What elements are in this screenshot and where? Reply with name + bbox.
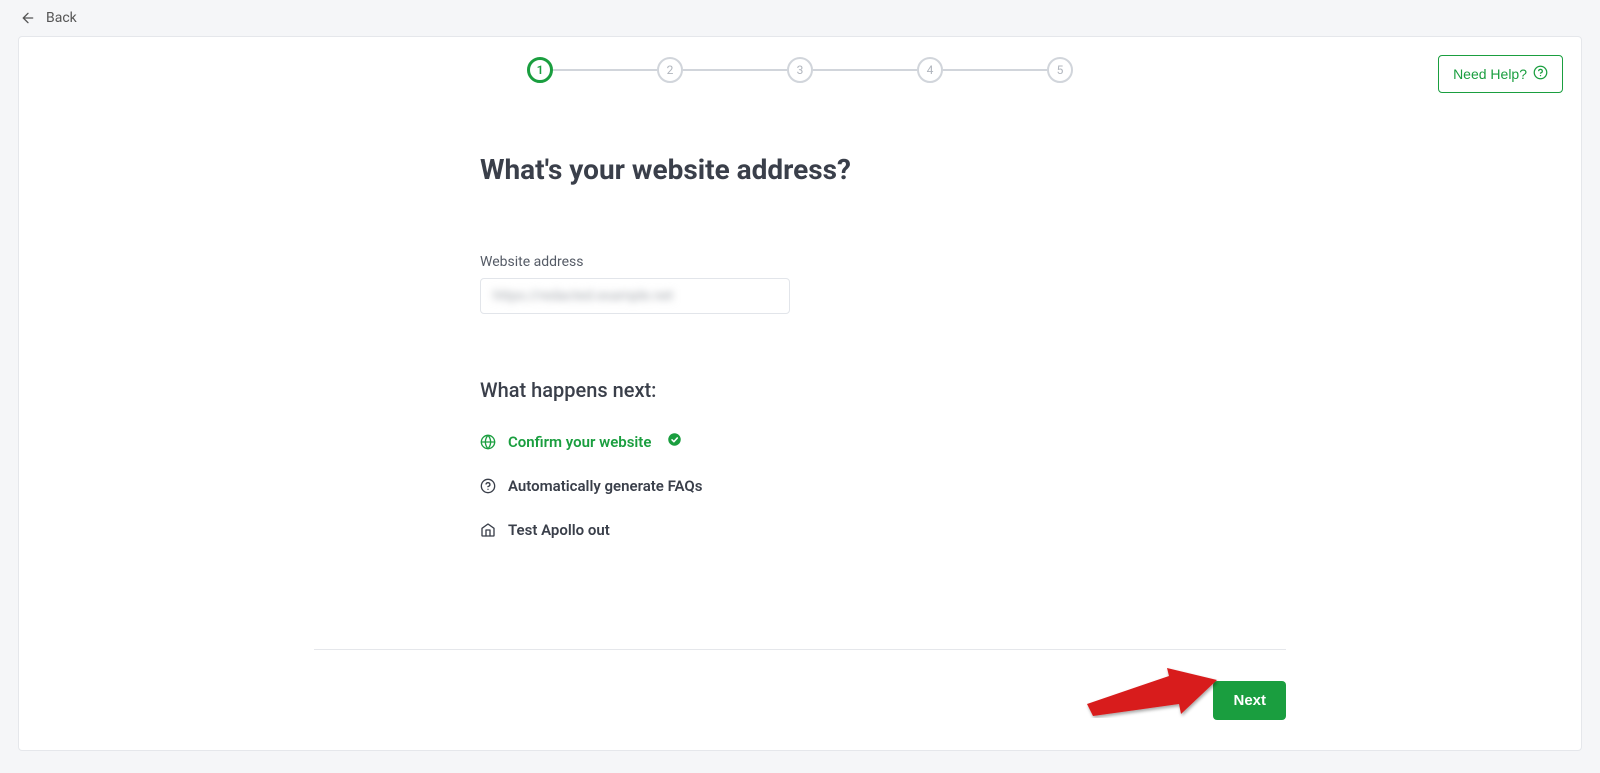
step-connector <box>683 69 787 71</box>
step-2: 2 <box>657 57 683 83</box>
next-button[interactable]: Next <box>1213 681 1286 720</box>
annotation-arrow-icon <box>1079 656 1219 722</box>
website-address-value: https://redacted.example.net <box>493 288 673 304</box>
progress-stepper: 1 2 3 4 5 <box>19 37 1581 83</box>
step-3: 3 <box>787 57 813 83</box>
next-step-label: Test Apollo out <box>508 521 610 539</box>
next-step-label: Confirm your website <box>508 433 651 451</box>
next-step-label: Automatically generate FAQs <box>508 477 702 495</box>
step-4: 4 <box>917 57 943 83</box>
need-help-label: Need Help? <box>1453 66 1527 82</box>
step-connector <box>943 69 1047 71</box>
check-circle-icon <box>667 432 682 451</box>
next-step-test-apollo: Test Apollo out <box>480 521 1120 539</box>
step-connector <box>813 69 917 71</box>
step-1: 1 <box>527 57 553 83</box>
arrow-left-icon[interactable] <box>20 10 36 26</box>
question-circle-icon <box>480 478 496 494</box>
need-help-button[interactable]: Need Help? <box>1438 55 1563 93</box>
back-bar: Back <box>0 0 1600 36</box>
home-icon <box>480 522 496 538</box>
next-step-generate-faqs: Automatically generate FAQs <box>480 477 1120 495</box>
footer-divider <box>314 649 1286 650</box>
next-step-confirm-website: Confirm your website <box>480 432 1120 451</box>
step-connector <box>553 69 657 71</box>
website-address-label: Website address <box>480 254 1120 270</box>
step-5: 5 <box>1047 57 1073 83</box>
back-link[interactable]: Back <box>46 10 77 26</box>
help-circle-icon <box>1533 65 1548 83</box>
what-happens-next-heading: What happens next: <box>480 378 1120 402</box>
wizard-card: Need Help? 1 2 3 4 5 What's your website… <box>18 36 1582 751</box>
page-heading: What's your website address? <box>480 153 1120 186</box>
wizard-content: What's your website address? Website add… <box>480 83 1120 539</box>
globe-icon <box>480 434 496 450</box>
website-address-input[interactable]: https://redacted.example.net <box>480 278 790 314</box>
